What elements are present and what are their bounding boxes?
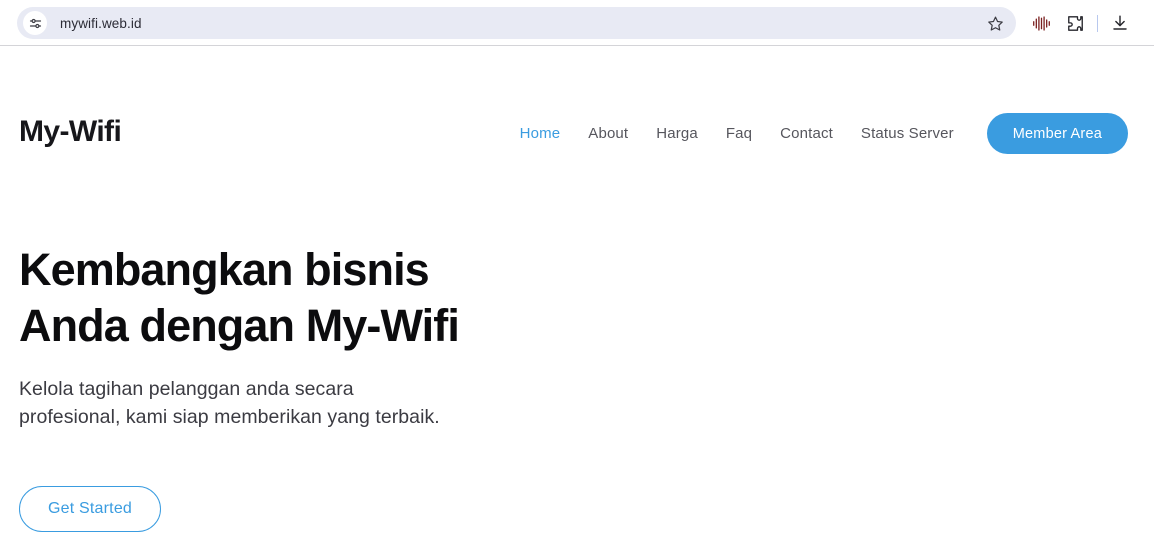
nav-item-contact[interactable]: Contact bbox=[766, 126, 847, 141]
main-navigation: Home About Harga Faq Contact Status Serv… bbox=[506, 113, 1128, 154]
nav-item-harga[interactable]: Harga bbox=[642, 126, 712, 141]
hero-title-line-2: Anda dengan My-Wifi bbox=[19, 300, 460, 351]
hero-subtitle-line-2: profesional, kami siap memberikan yang t… bbox=[19, 406, 440, 428]
audio-waveform-icon[interactable] bbox=[1024, 6, 1058, 40]
hero-subtitle: Kelola tagihan pelanggan anda secara pro… bbox=[19, 375, 719, 431]
hero-section: Kembangkan bisnis Anda dengan My-Wifi Ke… bbox=[19, 242, 719, 532]
nav-item-faq[interactable]: Faq bbox=[712, 126, 766, 141]
nav-item-status-server[interactable]: Status Server bbox=[847, 126, 968, 141]
site-logo[interactable]: My-Wifi bbox=[19, 117, 122, 147]
hero-title-line-1: Kembangkan bisnis bbox=[19, 244, 430, 295]
download-icon[interactable] bbox=[1103, 6, 1137, 40]
url-text[interactable]: mywifi.web.id bbox=[60, 16, 980, 31]
web-page: My-Wifi Home About Harga Faq Contact Sta… bbox=[0, 46, 1154, 549]
member-area-button[interactable]: Member Area bbox=[986, 113, 1128, 154]
browser-toolbar: mywifi.web.id bbox=[0, 0, 1154, 46]
site-header: My-Wifi Home About Harga Faq Contact Sta… bbox=[0, 46, 1154, 158]
nav-item-about[interactable]: About bbox=[574, 126, 642, 141]
bookmark-star-icon[interactable] bbox=[980, 8, 1010, 38]
get-started-button[interactable]: Get Started bbox=[19, 486, 162, 532]
toolbar-divider bbox=[1097, 14, 1098, 32]
hero-subtitle-line-1: Kelola tagihan pelanggan anda secara bbox=[19, 378, 354, 400]
address-bar[interactable]: mywifi.web.id bbox=[17, 7, 1016, 39]
toolbar-action-icons bbox=[1024, 0, 1137, 46]
hero-title: Kembangkan bisnis Anda dengan My-Wifi bbox=[19, 242, 719, 354]
nav-item-home[interactable]: Home bbox=[506, 126, 575, 141]
site-settings-icon[interactable] bbox=[23, 11, 47, 35]
puzzle-piece-icon[interactable] bbox=[1058, 6, 1092, 40]
